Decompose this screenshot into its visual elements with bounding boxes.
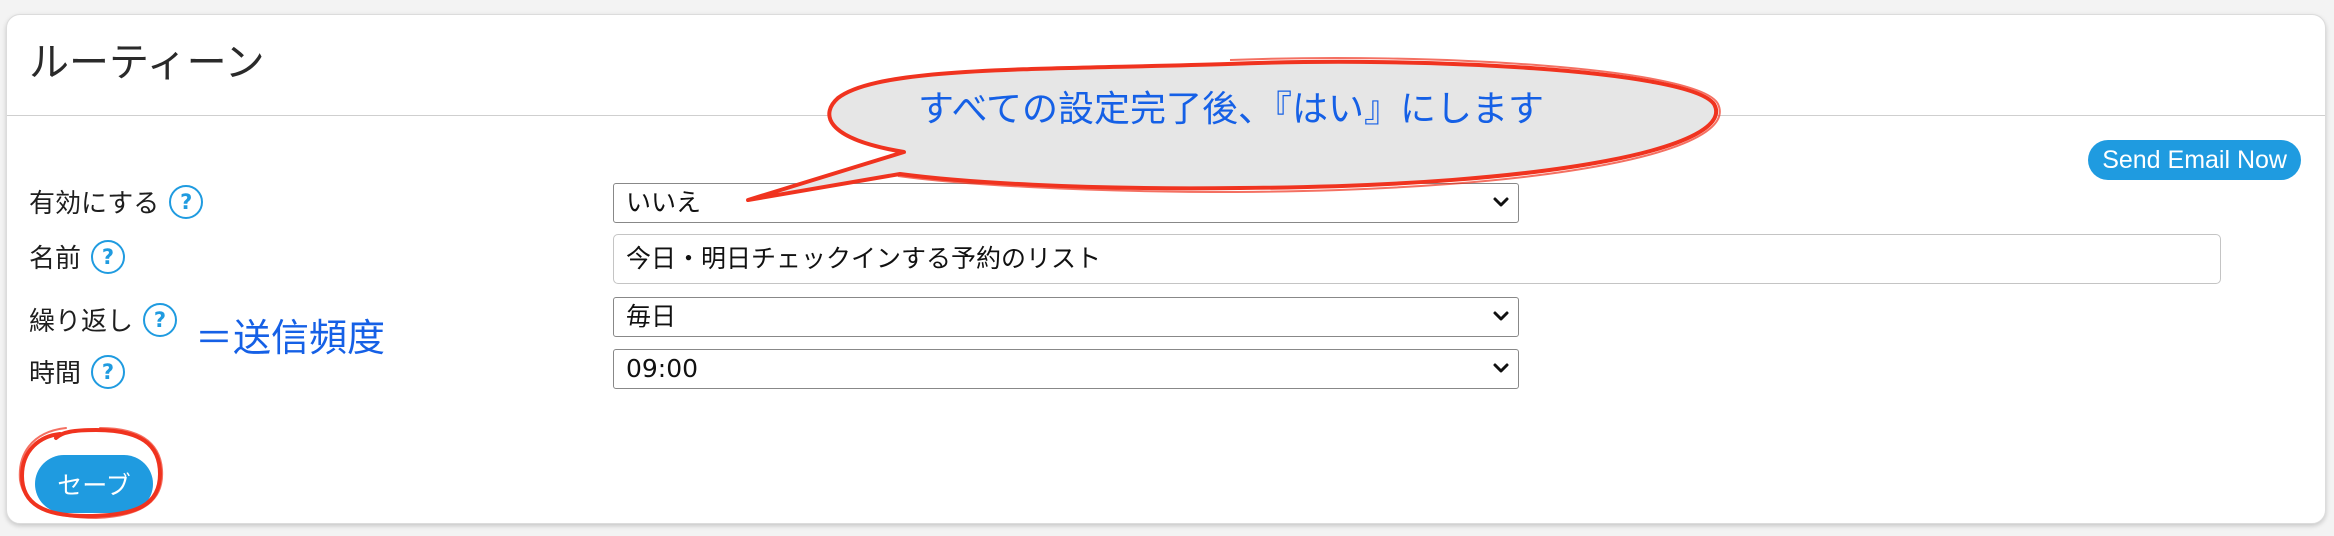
- time-label: 時間: [29, 359, 82, 389]
- repeat-select-value: 毎日: [626, 302, 677, 331]
- enable-select-value: いいえ: [626, 188, 702, 217]
- enable-select[interactable]: いいえ: [613, 183, 1519, 223]
- chevron-down-icon: [1493, 311, 1509, 321]
- help-icon[interactable]: ?: [143, 302, 178, 337]
- name-label-row: 名前 ?: [29, 238, 126, 275]
- send-email-now-button[interactable]: Send Email Now: [2088, 140, 2301, 180]
- help-icon[interactable]: ?: [91, 239, 126, 274]
- frequency-annotation: ＝送信頻度: [195, 316, 386, 360]
- chevron-down-icon: [1493, 197, 1509, 207]
- page-title: ルーティーン: [29, 40, 265, 86]
- callout-text: すべての設定完了後、『はい』にします: [918, 89, 1545, 130]
- repeat-label-row: 繰り返し ?: [29, 301, 178, 338]
- time-select-value: 09:00: [626, 354, 699, 383]
- help-icon[interactable]: ?: [169, 184, 204, 219]
- name-input[interactable]: 今日・明日チェックインする予約のリスト: [613, 234, 2221, 284]
- repeat-select[interactable]: 毎日: [613, 297, 1519, 337]
- enable-label: 有効にする: [29, 189, 160, 219]
- name-input-value: 今日・明日チェックインする予約のリスト: [626, 244, 1102, 273]
- chevron-down-icon: [1493, 363, 1509, 373]
- repeat-label: 繰り返し: [29, 307, 134, 337]
- enable-label-row: 有効にする ?: [29, 183, 204, 220]
- time-select[interactable]: 09:00: [613, 349, 1519, 389]
- help-icon[interactable]: ?: [91, 354, 126, 389]
- save-button[interactable]: セーブ: [35, 455, 153, 513]
- name-label: 名前: [29, 244, 82, 274]
- time-label-row: 時間 ?: [29, 353, 126, 390]
